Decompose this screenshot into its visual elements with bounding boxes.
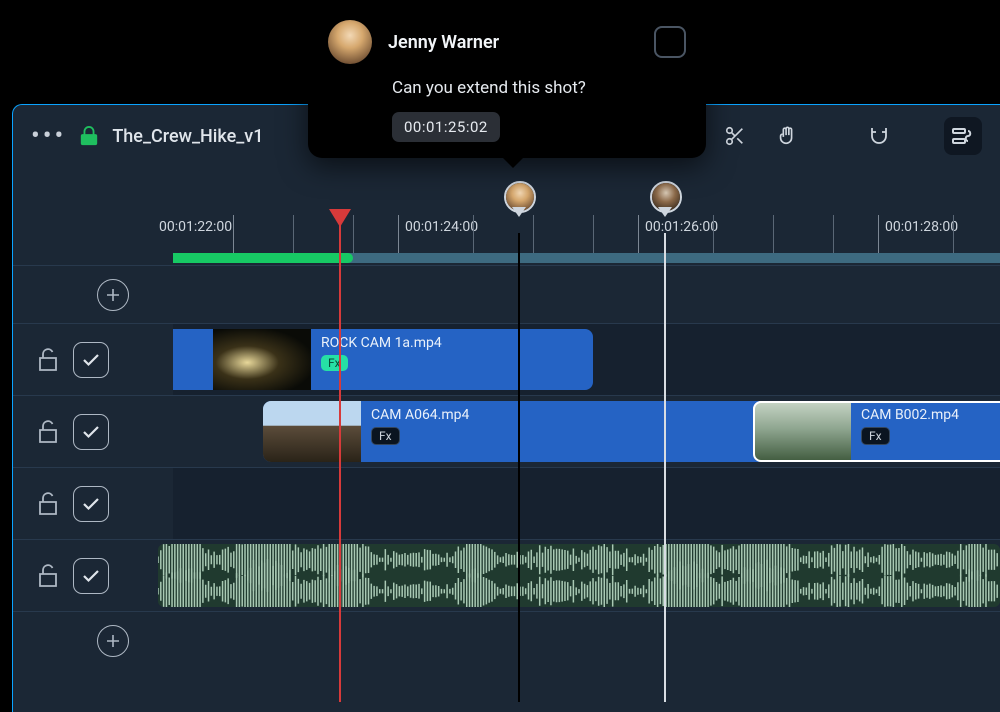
timeline-ruler[interactable]: 00:01:22:00 00:01:24:00 00:01:26:00 00:0… — [173, 215, 1000, 257]
track-add-row — [13, 265, 173, 323]
comment-avatar — [328, 20, 372, 64]
video-clip[interactable]: ROCK CAM 1a.mp4 Fx — [173, 329, 593, 390]
timeline-lanes[interactable]: ROCK CAM 1a.mp4 Fx CAM A064.mp4 Fx — [173, 265, 1000, 712]
snap-magnet-icon[interactable] — [860, 117, 898, 155]
ruler-label: 00:01:28:00 — [885, 219, 958, 235]
ruler-label: 00:01:22:00 — [159, 219, 232, 235]
project-title: The_Crew_Hike_v1 — [112, 126, 263, 147]
comment-timecode[interactable]: 00:01:25:02 — [392, 112, 500, 142]
timeline-lane-spacer — [173, 265, 1000, 323]
ruler-label: 00:01:24:00 — [405, 219, 478, 235]
track-enable-toggle[interactable] — [73, 486, 109, 522]
timeline-lane-v2[interactable]: CAM A064.mp4 Fx CAM B002.mp4 Fx — [173, 395, 1000, 467]
fx-badge[interactable]: Fx — [861, 427, 890, 445]
add-track-icon[interactable] — [97, 279, 129, 311]
timeline-panel: ••• The_Crew_Hike_v1 00:01:22:00 00:01:2… — [12, 104, 1000, 712]
link-tracks-icon[interactable] — [944, 117, 982, 155]
comment-text: Can you extend this shot? — [392, 78, 686, 98]
comment-popover: Jenny Warner Can you extend this shot? 0… — [308, 2, 706, 158]
track-enable-toggle[interactable] — [73, 342, 109, 378]
lock-icon[interactable] — [80, 126, 98, 146]
comment-marker[interactable] — [518, 211, 520, 702]
unlock-icon[interactable] — [37, 491, 59, 517]
more-menu-icon[interactable]: ••• — [31, 121, 66, 151]
playhead[interactable] — [339, 211, 341, 702]
track-row-a1 — [13, 539, 173, 611]
clip-name: CAM B002.mp4 — [861, 407, 959, 423]
waveform — [158, 544, 1000, 607]
timeline-lane-v1[interactable]: ROCK CAM 1a.mp4 Fx — [173, 323, 1000, 395]
track-add-row — [13, 611, 173, 669]
timeline-lane-v3[interactable] — [173, 467, 1000, 539]
timeline-lane-spacer — [173, 611, 1000, 669]
track-row-v1 — [13, 323, 173, 395]
track-row-v3 — [13, 467, 173, 539]
clip-name: CAM A064.mp4 — [371, 407, 469, 423]
hand-pan-icon[interactable] — [768, 117, 806, 155]
in-out-fill — [173, 253, 353, 263]
unlock-icon[interactable] — [37, 419, 59, 445]
unlock-icon[interactable] — [37, 347, 59, 373]
in-out-range-bar[interactable] — [173, 253, 1000, 263]
video-clip[interactable]: CAM B002.mp4 Fx — [753, 401, 1000, 462]
fx-badge[interactable]: Fx — [321, 355, 348, 371]
clip-thumbnail — [213, 329, 311, 390]
scissors-icon[interactable] — [716, 117, 754, 155]
timeline-lane-a1[interactable] — [173, 539, 1000, 611]
comment-resolve-checkbox[interactable] — [654, 26, 686, 58]
track-row-v2 — [13, 395, 173, 467]
comment-author: Jenny Warner — [388, 32, 499, 53]
clip-thumbnail — [263, 401, 361, 462]
ruler-label: 00:01:26:00 — [645, 219, 718, 235]
clip-thumbnail — [753, 401, 851, 462]
track-enable-toggle[interactable] — [73, 558, 109, 594]
fx-badge[interactable]: Fx — [371, 427, 400, 445]
track-enable-toggle[interactable] — [73, 414, 109, 450]
add-track-icon[interactable] — [97, 625, 129, 657]
track-controls-column — [13, 265, 173, 712]
audio-clip[interactable] — [158, 544, 1000, 607]
unlock-icon[interactable] — [37, 563, 59, 589]
comment-marker[interactable] — [664, 211, 666, 702]
